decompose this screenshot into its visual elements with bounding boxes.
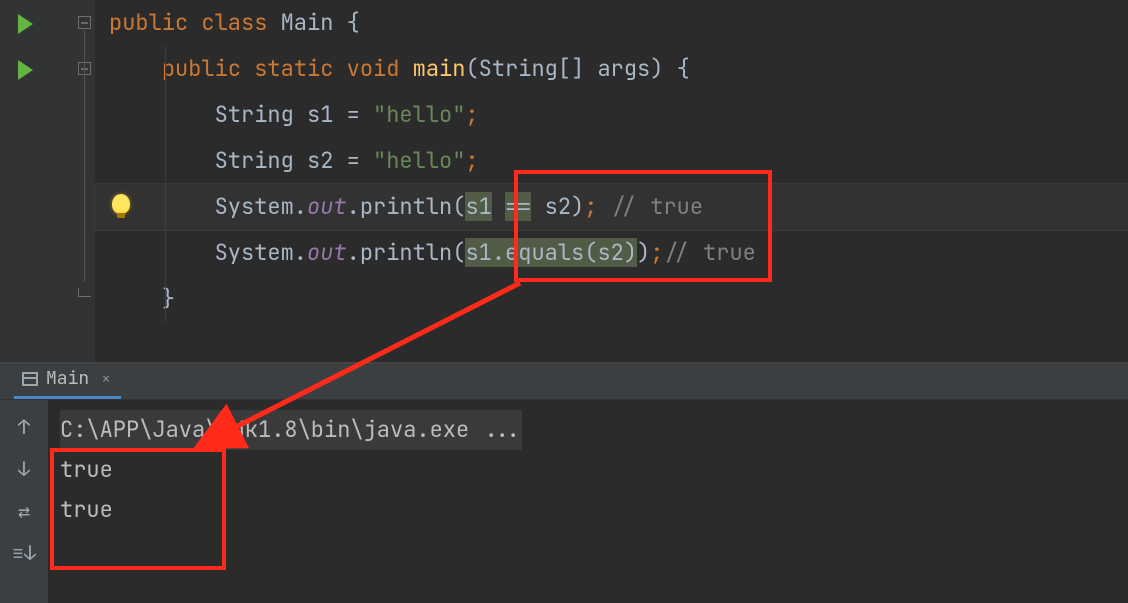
scroll-down-icon[interactable]: ↓ [13, 458, 35, 480]
code-line[interactable]: System.out.println(s1 == s2); // true [95, 184, 1128, 230]
console-tab-label: Main [46, 367, 89, 390]
code-token: System. [215, 192, 307, 221]
code-token: s1.equals(s2) [465, 238, 637, 267]
console-tab-main[interactable]: Main × [14, 361, 121, 399]
console-command-line: C:\APP\Java\jdk1.8\bin\java.exe ... [60, 410, 1116, 450]
code-token: // true [611, 192, 703, 221]
code-token: String s2 = [215, 146, 373, 175]
code-token: Main { [281, 8, 360, 37]
fold-end-icon [78, 288, 91, 297]
code-token: (String[] args) { [465, 54, 689, 83]
console-output-line: true [60, 490, 1116, 530]
code-token: System. [215, 238, 307, 267]
code-line[interactable]: } [95, 276, 1128, 322]
fold-guide [84, 30, 85, 282]
code-token [492, 192, 505, 221]
code-token: out [307, 238, 347, 267]
code-token: // true [663, 238, 755, 267]
code-token: ; [584, 192, 610, 221]
code-token: ) [637, 238, 650, 267]
code-token: main [413, 54, 466, 83]
code-token: s1 [465, 192, 491, 221]
code-line[interactable]: public static void main(String[] args) { [95, 46, 1128, 92]
scroll-up-icon[interactable]: ↑ [13, 416, 35, 438]
console-tabbar: Main × [0, 364, 1128, 400]
intention-bulb-icon[interactable] [112, 194, 130, 214]
close-tab-icon[interactable]: × [101, 368, 111, 389]
code-token: ; [650, 238, 663, 267]
code-token: out [307, 192, 347, 221]
code-editor[interactable]: public class Main { public static void m… [0, 0, 1128, 362]
soft-wrap-icon[interactable]: ⇄ [13, 500, 35, 522]
fold-toggle-icon[interactable] [78, 16, 91, 29]
code-token: "hello" [373, 100, 465, 129]
run-tool-window: Main × ↑ ↓ ⇄ ≡↓ C:\APP\Java\jdk1.8\bin\j… [0, 364, 1128, 603]
code-area[interactable]: public class Main { public static void m… [95, 0, 1128, 362]
console-output-line: true [60, 450, 1116, 490]
code-token: s2) [531, 192, 584, 221]
code-token: .println( [347, 192, 466, 221]
code-token: .println( [347, 238, 466, 267]
code-token: public static void [162, 54, 413, 83]
code-line[interactable]: String s2 = "hello"; [95, 138, 1128, 184]
code-token: "hello" [373, 146, 465, 175]
editor-gutter [0, 0, 95, 362]
code-token: ; [465, 100, 478, 129]
code-token: ; [465, 146, 478, 175]
code-token: == [505, 192, 531, 221]
code-token: String s1 = [215, 100, 373, 129]
code-line[interactable]: public class Main { [95, 0, 1128, 46]
window-icon [22, 372, 38, 386]
code-token: public class [109, 8, 281, 37]
code-token: } [162, 284, 175, 313]
code-line[interactable]: System.out.println(s1.equals(s2));// tru… [95, 230, 1128, 276]
console-output[interactable]: C:\APP\Java\jdk1.8\bin\java.exe ... true… [48, 400, 1128, 603]
run-method-icon[interactable] [18, 60, 33, 80]
scroll-end-icon[interactable]: ≡↓ [13, 542, 35, 564]
console-toolbar: ↑ ↓ ⇄ ≡↓ [0, 400, 48, 603]
run-class-icon[interactable] [18, 14, 33, 34]
code-line[interactable]: String s1 = "hello"; [95, 92, 1128, 138]
